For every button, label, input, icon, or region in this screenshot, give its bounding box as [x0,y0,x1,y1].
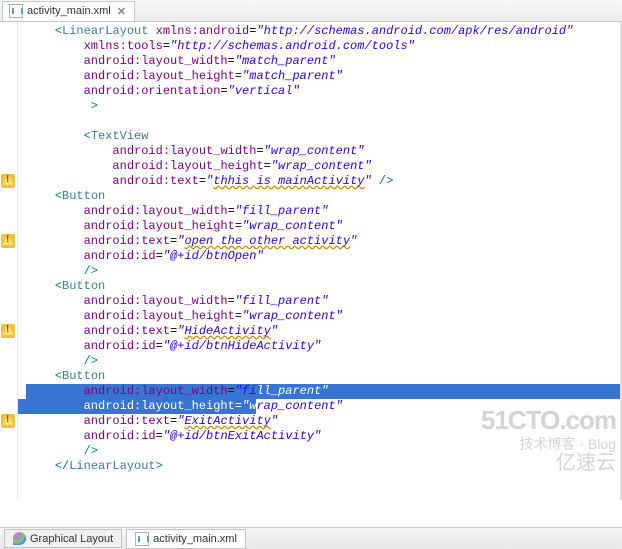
code-line[interactable]: android:text="thhis is mainActivity" /> [26,174,622,189]
code-line[interactable]: android:layout_height="wrap_content" [26,159,622,174]
code-line[interactable]: android:layout_width="fill_parent" [26,204,622,219]
code-line[interactable]: android:layout_width="fill_parent" [26,294,622,309]
code-line[interactable]: android:id="@+id/btnExitActivity" [26,429,622,444]
code-line[interactable]: > [26,99,622,114]
code-line[interactable] [26,114,622,129]
code-line[interactable]: android:orientation="vertical" [26,84,622,99]
code-line[interactable]: android:layout_height="wrap_content" [26,399,622,414]
warning-icon[interactable] [1,234,15,248]
code-line[interactable]: android:layout_height="match_parent" [26,69,622,84]
xml-file-icon [9,4,23,18]
editor-tab-activity-main[interactable]: activity_main.xml ✕ [2,1,135,21]
code-line[interactable]: <Button [26,279,622,294]
editor-bottom-tabs: Graphical Layout activity_main.xml [0,527,622,549]
code-line[interactable]: <Button [26,369,622,384]
code-line[interactable]: android:text="HideActivity" [26,324,622,339]
editor-gutter [0,22,18,500]
code-line[interactable]: android:text="open the other activity" [26,234,622,249]
code-line[interactable]: /> [26,264,622,279]
warning-icon[interactable] [1,414,15,428]
code-line[interactable]: <LinearLayout xmlns:android="http://sche… [26,24,622,39]
code-line[interactable]: android:layout_width="match_parent" [26,54,622,69]
code-editor[interactable]: <LinearLayout xmlns:android="http://sche… [0,22,622,500]
code-line[interactable]: android:layout_height="wrap_content" [26,219,622,234]
bottom-tab-label: activity_main.xml [153,533,237,545]
editor-tab-label: activity_main.xml [27,5,111,17]
tab-graphical-layout[interactable]: Graphical Layout [4,529,122,548]
code-line[interactable]: /> [26,444,622,459]
close-icon[interactable]: ✕ [115,5,128,18]
code-line[interactable]: </LinearLayout> [26,459,622,474]
code-line[interactable]: <TextView [26,129,622,144]
code-line[interactable]: android:text="ExitActivity" [26,414,622,429]
code-line[interactable]: <Button [26,189,622,204]
code-line[interactable]: android:layout_width="wrap_content" [26,144,622,159]
code-line[interactable]: android:id="@+id/btnHideActivity" [26,339,622,354]
code-line[interactable]: android:layout_width="fill_parent" [26,384,622,399]
palette-icon [13,532,26,545]
editor-tab-bar: activity_main.xml ✕ [0,0,622,22]
code-line[interactable]: android:id="@+id/btnOpen" [26,249,622,264]
code-line[interactable]: /> [26,354,622,369]
warning-icon[interactable] [1,174,15,188]
code-line[interactable]: xmlns:tools="http://schemas.android.com/… [26,39,622,54]
code-line[interactable]: android:layout_height="wrap_content" [26,309,622,324]
tab-xml-source[interactable]: activity_main.xml [126,529,246,549]
bottom-tab-label: Graphical Layout [30,533,113,545]
warning-icon[interactable] [1,324,15,338]
xml-file-icon [135,532,149,546]
code-content[interactable]: <LinearLayout xmlns:android="http://sche… [18,22,622,500]
